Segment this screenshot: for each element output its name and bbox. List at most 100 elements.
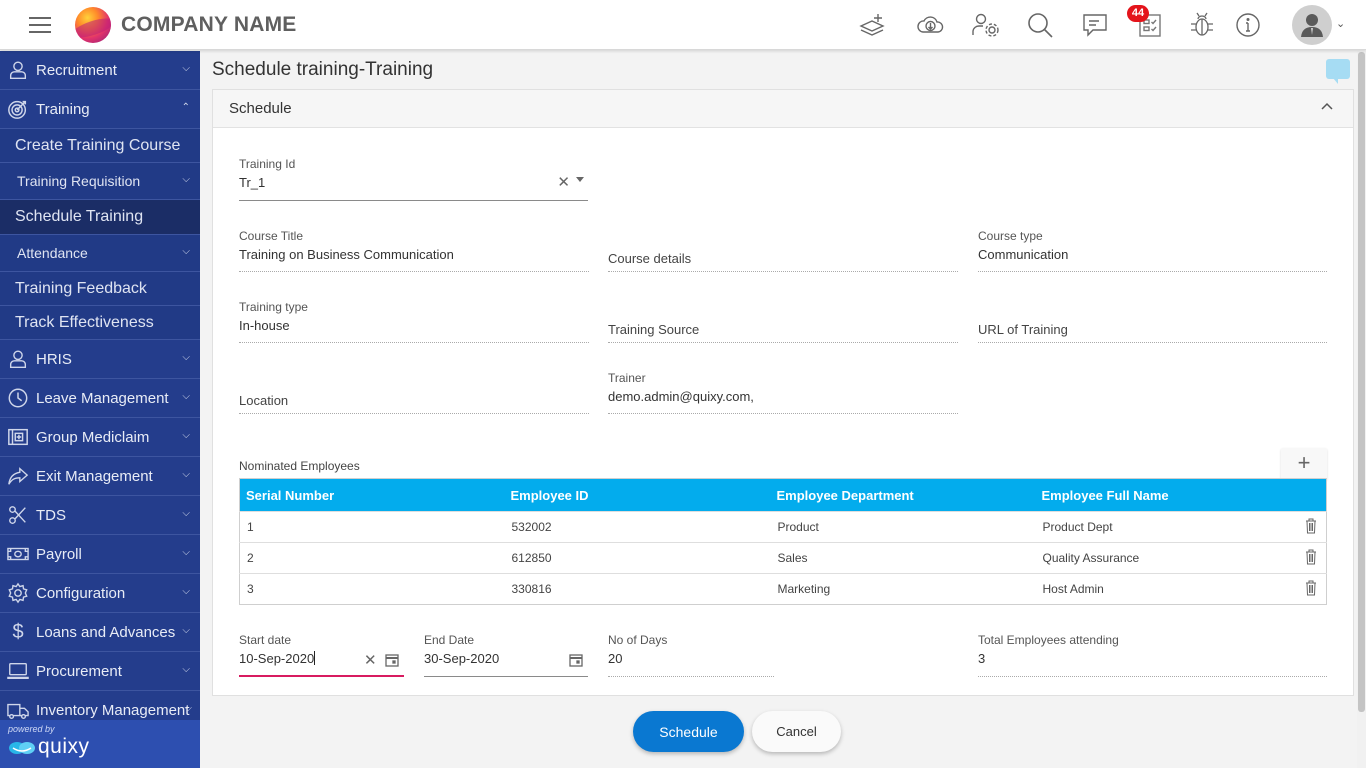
scissors-icon: [6, 503, 30, 527]
column-header: Employee Department: [770, 478, 1036, 512]
chevron-down-icon: ⌵: [182, 174, 190, 185]
sidebar-item-payroll[interactable]: Payroll ⌵: [0, 535, 200, 574]
chevron-down-icon: ⌵: [182, 63, 190, 74]
sidebar-item-recruitment[interactable]: Recruitment ⌵: [0, 51, 200, 90]
chevron-up-icon[interactable]: [1321, 100, 1333, 112]
chevron-down-icon: ⌵: [182, 508, 190, 519]
chat-bubble-icon[interactable]: [1326, 59, 1350, 84]
sidebar-subitem-create-training-course[interactable]: Create Training Course: [0, 129, 200, 163]
quixy-brand: quixy: [38, 735, 90, 758]
sidebar-subitem-schedule-training[interactable]: Schedule Training: [0, 200, 200, 235]
chevron-down-icon: ⌵: [182, 586, 190, 597]
training-id-select[interactable]: Training Id Tr_1 ✕: [239, 157, 588, 201]
user-settings-icon[interactable]: [970, 10, 1000, 40]
sidebar-item-procurement[interactable]: Procurement ⌵: [0, 652, 200, 691]
sidebar-subitem-training-requisition[interactable]: Training Requisition ⌵: [0, 163, 200, 200]
nominated-employees-table: Serial Number Employee ID Employee Depar…: [239, 478, 1327, 605]
sidebar-subitem-track-effectiveness[interactable]: Track Effectiveness: [0, 306, 200, 340]
truck-icon: [6, 699, 30, 723]
section-title: Schedule: [229, 100, 292, 117]
sidebar-item-configuration[interactable]: Configuration ⌵: [0, 574, 200, 613]
column-header: Employee ID: [504, 478, 771, 512]
chevron-down-icon: ⌵: [182, 246, 190, 257]
powered-by-footer: powered by quixy: [0, 720, 200, 768]
no-of-days-field: No of Days 20: [608, 633, 774, 677]
chevron-down-icon[interactable]: ⌄: [1336, 17, 1345, 30]
info-icon[interactable]: [1233, 10, 1263, 40]
trash-icon[interactable]: [1305, 518, 1317, 534]
training-source-field[interactable]: Training Source: [608, 322, 958, 343]
table-row[interactable]: 2 612850 Sales Quality Assurance: [239, 542, 1327, 574]
clock-icon: [6, 386, 30, 410]
chevron-down-icon: ⌵: [182, 430, 190, 441]
calendar-icon[interactable]: [569, 653, 583, 667]
add-row-button[interactable]: +: [1281, 448, 1327, 480]
section-header[interactable]: Schedule: [213, 90, 1353, 128]
page-title: Schedule training-Training: [212, 59, 434, 80]
clear-icon[interactable]: ✕: [364, 651, 377, 669]
bug-icon[interactable]: [1187, 10, 1217, 40]
chevron-down-icon: ⌵: [182, 391, 190, 402]
target-icon: [6, 97, 30, 121]
chevron-down-icon: ⌵: [182, 664, 190, 675]
medical-icon: [6, 425, 30, 449]
user-icon: [6, 347, 30, 371]
chevron-up-icon: ⌃: [181, 102, 190, 113]
money-icon: [6, 542, 30, 566]
sidebar-subitem-training-feedback[interactable]: Training Feedback: [0, 272, 200, 306]
trash-icon[interactable]: [1305, 549, 1317, 565]
sidebar-item-loans-and-advances[interactable]: $ Loans and Advances ⌵: [0, 613, 200, 652]
sidebar-item-leave-management[interactable]: Leave Management ⌵: [0, 379, 200, 418]
training-type-field: Training type In-house: [239, 300, 589, 343]
table-row[interactable]: 3 330816 Marketing Host Admin: [239, 573, 1327, 605]
hamburger-menu-icon[interactable]: [29, 15, 51, 35]
end-date-input[interactable]: End Date 30-Sep-2020: [424, 633, 588, 677]
chevron-down-icon: ⌵: [182, 352, 190, 363]
scrollbar-thumb[interactable]: [1358, 52, 1365, 712]
location-field[interactable]: Location: [239, 393, 589, 414]
sidebar-item-training[interactable]: Training ⌃: [0, 90, 200, 129]
total-employees-field: Total Employees attending 3: [978, 633, 1327, 677]
nominated-employees-label: Nominated Employees: [239, 459, 360, 473]
gear-icon: [6, 581, 30, 605]
sidebar-subitem-attendance[interactable]: Attendance ⌵: [0, 235, 200, 272]
chat-icon[interactable]: [1080, 10, 1110, 40]
cancel-button[interactable]: Cancel: [752, 711, 841, 752]
chevron-down-icon: ⌵: [182, 469, 190, 480]
clear-icon[interactable]: ✕: [557, 173, 570, 191]
course-details-field[interactable]: Course details: [608, 251, 958, 272]
trainer-field[interactable]: Trainer demo.admin@quixy.com,: [608, 371, 958, 414]
table-row[interactable]: 1 532002 Product Product Dept: [239, 511, 1327, 543]
company-name: COMPANY NAME: [121, 13, 297, 36]
share-arrow-icon: [6, 464, 30, 488]
user-icon: [6, 58, 30, 82]
dropdown-caret-icon[interactable]: [576, 177, 584, 182]
powered-by-text: powered by: [8, 724, 55, 734]
sidebar-item-hris[interactable]: HRIS ⌵: [0, 340, 200, 379]
sidebar-item-group-mediclaim[interactable]: Group Mediclaim ⌵: [0, 418, 200, 457]
top-bar: COMPANY NAME 44 ⌄: [0, 0, 1366, 50]
user-avatar[interactable]: [1292, 5, 1332, 45]
column-header: Serial Number: [239, 478, 505, 512]
calendar-icon[interactable]: [385, 653, 399, 667]
table-header-row: Serial Number Employee ID Employee Depar…: [239, 478, 1327, 512]
laptop-icon: [6, 659, 30, 683]
notification-badge: 44: [1127, 5, 1149, 22]
course-title-field: Course Title Training on Business Commun…: [239, 229, 589, 272]
trash-icon[interactable]: [1305, 580, 1317, 596]
dollar-icon: $: [12, 620, 24, 643]
cloud-download-icon[interactable]: [915, 10, 945, 40]
schedule-button[interactable]: Schedule: [633, 711, 744, 752]
course-type-field: Course type Communication: [978, 229, 1327, 272]
sidebar: Recruitment ⌵ Training ⌃ Create Training…: [0, 51, 200, 768]
column-header: Employee Full Name: [1035, 478, 1297, 512]
chevron-down-icon: ⌵: [182, 547, 190, 558]
url-of-training-field[interactable]: URL of Training: [978, 322, 1327, 343]
sidebar-item-exit-management[interactable]: Exit Management ⌵: [0, 457, 200, 496]
company-logo: [75, 7, 111, 43]
add-layer-icon[interactable]: [857, 10, 887, 40]
search-icon[interactable]: [1025, 10, 1055, 40]
chevron-down-icon: ⌵: [184, 703, 192, 714]
start-date-input[interactable]: Start date 10-Sep-2020 ✕: [239, 633, 404, 677]
sidebar-item-tds[interactable]: TDS ⌵: [0, 496, 200, 535]
